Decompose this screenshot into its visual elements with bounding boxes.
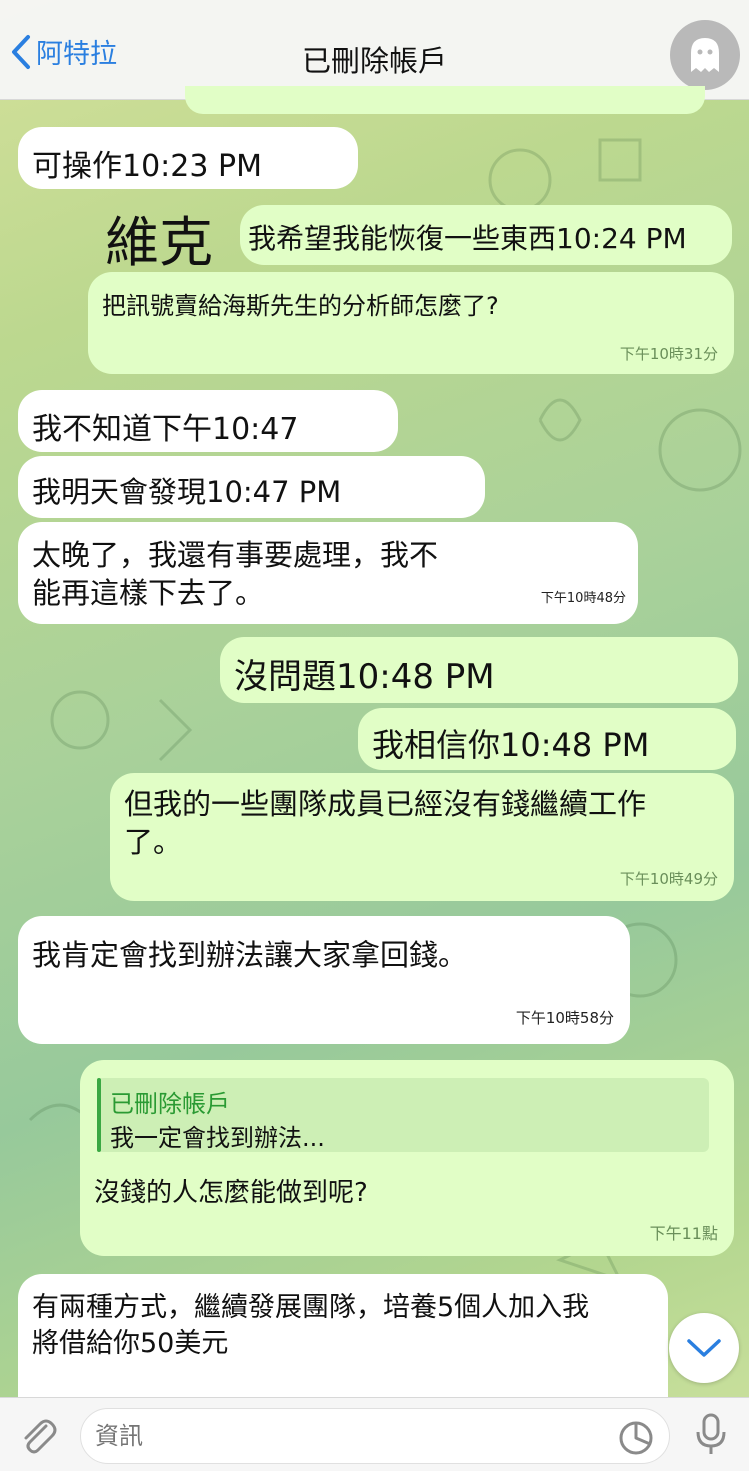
reply-sender: 已刪除帳戶 [110, 1090, 230, 1118]
message-text: 我肯定會找到辦法讓大家拿回錢。 [32, 938, 468, 972]
message-text: 我明天會發現10:47 PM [32, 475, 342, 509]
message-input[interactable] [80, 1408, 670, 1464]
message-time: 下午10時49分 [619, 870, 718, 888]
message-text: 我相信你10:48 PM [372, 726, 650, 764]
paperclip-icon [24, 1419, 57, 1454]
reply-quote-bar [97, 1078, 101, 1152]
message-bubble[interactable]: 但我的一些團隊成員已經沒有錢繼續工作 了。 下午10時49分 [110, 773, 734, 901]
reply-text: 我一定會找到辦法... [110, 1124, 325, 1152]
sender-name-overlay: 維克 [105, 211, 213, 274]
message-text: 沒錢的人怎麼能做到呢? [94, 1178, 368, 1208]
mic-button[interactable] [693, 1412, 729, 1462]
message-text: 沒問題10:48 PM [234, 657, 495, 697]
message-time: 下午10時48分 [540, 591, 626, 606]
message-bubble[interactable]: 太晚了，我還有事要處理，我不 能再這樣下去了。 下午10時48分 [18, 522, 638, 624]
message-bubble[interactable]: 我相信你10:48 PM [358, 708, 736, 770]
message-time: 下午11點 [649, 1224, 718, 1243]
message-bubble[interactable]: 我希望我能恢復一些東西10:24 PM [240, 205, 732, 265]
message-text: 可操作10:23 PM [32, 149, 262, 184]
message-text: 我希望我能恢復一些東西10:24 PM [248, 222, 687, 255]
message-bubble[interactable]: 我明天會發現10:47 PM [18, 456, 485, 518]
previous-message-fragment [185, 86, 705, 114]
chat-title: 已刪除帳戶 [301, 44, 447, 78]
message-bubble[interactable]: 可操作10:23 PM [18, 127, 358, 189]
sticker-icon [619, 1421, 653, 1455]
message-input-bar [0, 1397, 749, 1471]
message-time: 下午10時31分 [619, 345, 718, 363]
message-text: 把訊號賣給海斯先生的分析師怎麼了? [102, 292, 499, 320]
scroll-down-button[interactable] [669, 1313, 739, 1383]
chevron-down-icon [687, 1339, 721, 1357]
message-bubble[interactable]: 把訊號賣給海斯先生的分析師怎麼了? 下午10時31分 [88, 272, 734, 374]
sticker-button[interactable] [618, 1420, 654, 1460]
message-text: 但我的一些團隊成員已經沒有錢繼續工作 了。 [124, 787, 647, 859]
message-bubble[interactable]: 沒問題10:48 PM [220, 637, 738, 703]
ghost-icon [691, 38, 719, 72]
message-bubble[interactable]: 我不知道下午10:47 [18, 390, 398, 452]
message-bubble[interactable]: 我肯定會找到辦法讓大家拿回錢。 下午10時58分 [18, 916, 630, 1044]
avatar[interactable] [670, 20, 740, 90]
chat-header: 阿特拉 已刪除帳戶 [0, 0, 749, 100]
attach-button[interactable] [18, 1416, 58, 1460]
message-bubble[interactable]: 已刪除帳戶 我一定會找到辦法... 沒錢的人怎麼能做到呢? 下午11點 [80, 1060, 734, 1256]
message-time: 下午10時58分 [515, 1009, 614, 1027]
message-text: 有兩種方式，繼續發展團隊，培養5個人加入我 將借給你50美元 [32, 1292, 590, 1359]
message-bubble[interactable]: 有兩種方式，繼續發展團隊，培養5個人加入我 將借給你50美元 [18, 1274, 668, 1414]
microphone-icon [696, 1413, 726, 1454]
message-text: 我不知道下午10:47 [32, 412, 299, 447]
message-text: 太晚了，我還有事要處理，我不 能再這樣下去了。 [32, 538, 439, 610]
